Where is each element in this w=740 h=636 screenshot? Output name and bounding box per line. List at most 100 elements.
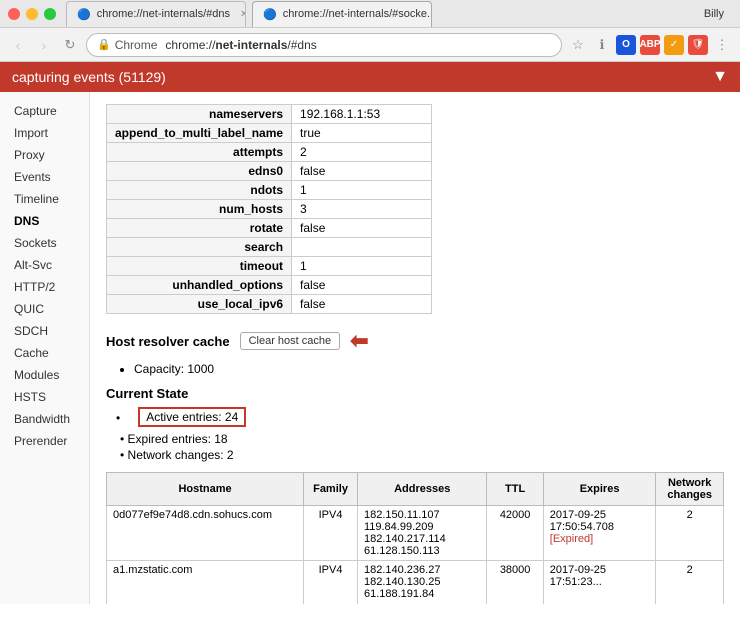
- cell-ttl: 38000: [487, 561, 543, 605]
- setting-key: edns0: [107, 162, 292, 181]
- setting-value: 2: [292, 143, 432, 162]
- extension-icon1[interactable]: O: [616, 35, 636, 55]
- address-actions: ☆ ℹ O ABP ✓ 🛡 ⋮: [568, 35, 732, 55]
- setting-key: attempts: [107, 143, 292, 162]
- network-changes-item: • Network changes: 2: [120, 448, 724, 462]
- menu-icon[interactable]: ⋮: [712, 35, 732, 55]
- titlebar: 🔵 chrome://net-internals/#dns ✕ 🔵 chrome…: [0, 0, 740, 28]
- table-row: 0d077ef9e74d8.cdn.sohucs.com IPV4 182.15…: [107, 506, 724, 561]
- minimize-button[interactable]: [26, 8, 38, 20]
- dns-cache-table: Hostname Family Addresses TTL Expires Ne…: [106, 472, 724, 604]
- forward-button[interactable]: ›: [34, 35, 54, 55]
- setting-key: search: [107, 238, 292, 257]
- cell-hostname: 0d077ef9e74d8.cdn.sohucs.com: [107, 506, 304, 561]
- sidebar-item-import[interactable]: Import: [0, 122, 89, 144]
- col-ttl: TTL: [487, 473, 543, 506]
- address-site-label: Chrome: [115, 38, 158, 52]
- host-resolver-title: Host resolver cache: [106, 334, 230, 349]
- current-state-title: Current State: [106, 386, 724, 401]
- sidebar-item-http2[interactable]: HTTP/2: [0, 276, 89, 298]
- state-items: • Active entries: 24 • Expired entries: …: [106, 407, 724, 462]
- address-field[interactable]: 🔒 Chrome chrome://net-internals/#dns: [86, 33, 562, 57]
- back-button[interactable]: ‹: [8, 35, 28, 55]
- traffic-lights: [8, 8, 56, 20]
- banner: capturing events (51129) ▼: [0, 62, 740, 92]
- table-row: edns0false: [107, 162, 432, 181]
- table-row: a1.mzstatic.com IPV4 182.140.236.27182.1…: [107, 561, 724, 605]
- table-row: unhandled_optionsfalse: [107, 276, 432, 295]
- tab-dns-close[interactable]: ✕: [240, 9, 246, 20]
- addressbar: ‹ › ↻ 🔒 Chrome chrome://net-internals/#d…: [0, 28, 740, 62]
- cell-expires: 2017-09-2517:50:54.708[Expired]: [543, 506, 656, 561]
- setting-key: use_local_ipv6: [107, 295, 292, 314]
- tab-sockets[interactable]: 🔵 chrome://net-internals/#socke... ✕: [252, 1, 432, 27]
- setting-value: false: [292, 295, 432, 314]
- layout: Capture Import Proxy Events Timeline DNS…: [0, 92, 740, 604]
- sidebar-item-alt-svc[interactable]: Alt-Svc: [0, 254, 89, 276]
- table-row: timeout1: [107, 257, 432, 276]
- extension-icon4[interactable]: 🛡: [688, 35, 708, 55]
- table-row: nameservers192.168.1.1:53: [107, 105, 432, 124]
- setting-key: num_hosts: [107, 200, 292, 219]
- sidebar-item-capture[interactable]: Capture: [0, 100, 89, 122]
- cell-network-changes: 2: [656, 561, 724, 605]
- col-expires: Expires: [543, 473, 656, 506]
- sidebar-item-proxy[interactable]: Proxy: [0, 144, 89, 166]
- banner-text: capturing events (51129): [12, 69, 166, 85]
- table-row: ndots1: [107, 181, 432, 200]
- sidebar-item-dns[interactable]: DNS: [0, 210, 89, 232]
- dns-settings-table: nameservers192.168.1.1:53append_to_multi…: [106, 104, 432, 314]
- setting-value: 3: [292, 200, 432, 219]
- expired-entries-item: • Expired entries: 18: [120, 432, 724, 446]
- maximize-button[interactable]: [44, 8, 56, 20]
- table-row: use_local_ipv6false: [107, 295, 432, 314]
- sidebar-item-modules[interactable]: Modules: [0, 364, 89, 386]
- sidebar-item-prerender[interactable]: Prerender: [0, 430, 89, 452]
- tab-dns-label: chrome://net-internals/#dns: [97, 8, 230, 20]
- setting-value: 192.168.1.1:53: [292, 105, 432, 124]
- setting-key: nameservers: [107, 105, 292, 124]
- table-row: search: [107, 238, 432, 257]
- setting-value: [292, 238, 432, 257]
- setting-key: ndots: [107, 181, 292, 200]
- table-row: attempts2: [107, 143, 432, 162]
- setting-value: 1: [292, 257, 432, 276]
- cell-addresses: 182.150.11.107119.84.99.209182.140.217.1…: [357, 506, 487, 561]
- sidebar-item-timeline[interactable]: Timeline: [0, 188, 89, 210]
- refresh-button[interactable]: ↻: [60, 35, 80, 55]
- tab-sockets-label: chrome://net-internals/#socke...: [283, 8, 432, 20]
- bookmark-icon[interactable]: ☆: [568, 35, 588, 55]
- cell-addresses: 182.140.236.27182.140.130.2561.188.191.8…: [357, 561, 487, 605]
- col-network-changes: Network changes: [656, 473, 724, 506]
- cell-family: IPV4: [304, 561, 358, 605]
- col-addresses: Addresses: [357, 473, 487, 506]
- sidebar-item-bandwidth[interactable]: Bandwidth: [0, 408, 89, 430]
- setting-value: false: [292, 162, 432, 181]
- main-content: nameservers192.168.1.1:53append_to_multi…: [90, 92, 740, 604]
- cell-family: IPV4: [304, 506, 358, 561]
- setting-key: rotate: [107, 219, 292, 238]
- tab-dns[interactable]: 🔵 chrome://net-internals/#dns ✕: [66, 1, 246, 27]
- table-row: num_hosts3: [107, 200, 432, 219]
- sidebar: Capture Import Proxy Events Timeline DNS…: [0, 92, 90, 604]
- sidebar-item-sdch[interactable]: SDCH: [0, 320, 89, 342]
- sidebar-item-hsts[interactable]: HSTS: [0, 386, 89, 408]
- info-icon[interactable]: ℹ: [592, 35, 612, 55]
- cell-ttl: 42000: [487, 506, 543, 561]
- table-row: rotatefalse: [107, 219, 432, 238]
- extension-icon3[interactable]: ✓: [664, 35, 684, 55]
- banner-arrow[interactable]: ▼: [712, 68, 728, 86]
- expired-label: [Expired]: [550, 533, 593, 545]
- table-row: append_to_multi_label_nametrue: [107, 124, 432, 143]
- setting-value: false: [292, 276, 432, 295]
- close-button[interactable]: [8, 8, 20, 20]
- sidebar-item-cache[interactable]: Cache: [0, 342, 89, 364]
- arrow-indicator: ⬅: [350, 328, 368, 354]
- sidebar-item-events[interactable]: Events: [0, 166, 89, 188]
- sidebar-item-quic[interactable]: QUIC: [0, 298, 89, 320]
- extension-icon2[interactable]: ABP: [640, 35, 660, 55]
- sidebar-item-sockets[interactable]: Sockets: [0, 232, 89, 254]
- cell-expires: 2017-09-2517:51:23...: [543, 561, 656, 605]
- clear-host-cache-button[interactable]: Clear host cache: [240, 332, 341, 350]
- setting-value: 1: [292, 181, 432, 200]
